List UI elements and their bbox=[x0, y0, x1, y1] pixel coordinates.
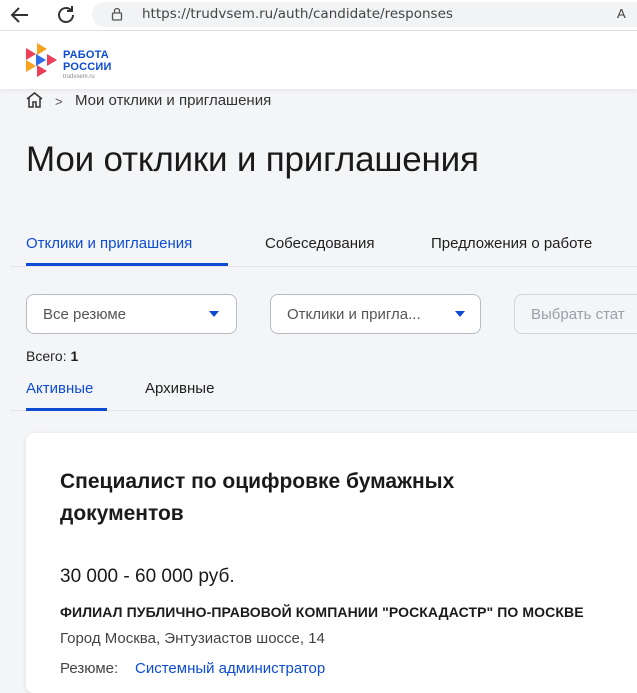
breadcrumb-current: Мои отклики и приглашения bbox=[75, 92, 272, 109]
logo-text-line3: trudvsem.ru bbox=[63, 74, 95, 80]
vacancy-salary: 30 000 - 60 000 руб. bbox=[60, 566, 235, 587]
address-bar[interactable]: https://trudvsem.ru/auth/candidate/respo… bbox=[92, 2, 637, 27]
logo-text-line2[interactable]: РОССИИ bbox=[63, 61, 112, 73]
page-title: Мои отклики и приглашения bbox=[26, 140, 479, 179]
url-text[interactable]: https://trudvsem.ru/auth/candidate/respo… bbox=[142, 6, 453, 22]
resume-label: Резюме: bbox=[60, 660, 119, 677]
reload-icon[interactable] bbox=[54, 3, 78, 27]
lock-icon[interactable] bbox=[110, 7, 124, 21]
tab-interviews[interactable]: Собеседования bbox=[265, 235, 374, 252]
active-subtab-indicator bbox=[26, 408, 107, 411]
resume-filter-select[interactable]: Все резюме bbox=[26, 294, 237, 334]
resume-filter-value: Все резюме bbox=[43, 306, 126, 323]
tab-job-offers[interactable]: Предложения о работе bbox=[431, 235, 592, 252]
logo-text-line1[interactable]: РАБОТА bbox=[63, 49, 109, 61]
total-label: Всего: bbox=[26, 348, 67, 364]
vacancy-title[interactable]: Специалист по оцифровке бумажных докумен… bbox=[60, 466, 540, 530]
caret-down-icon bbox=[209, 311, 219, 317]
resume-link[interactable]: Системный администратор bbox=[135, 660, 325, 677]
status-filter-placeholder: Выбрать стат bbox=[531, 306, 625, 323]
total-count: Всего: 1 bbox=[26, 348, 78, 364]
browser-toolbar: https://trudvsem.ru/auth/candidate/respo… bbox=[0, 0, 637, 31]
type-filter-value: Отклики и пригла... bbox=[287, 306, 421, 323]
company-name: ФИЛИАЛ ПУБЛИЧНО-ПРАВОВОЙ КОМПАНИИ "РОСКА… bbox=[60, 604, 584, 620]
total-value: 1 bbox=[70, 348, 79, 364]
subtab-active[interactable]: Активные bbox=[26, 380, 93, 397]
tab-responses[interactable]: Отклики и приглашения bbox=[26, 235, 192, 252]
caret-down-icon bbox=[455, 311, 465, 317]
active-tab-indicator bbox=[26, 263, 228, 266]
site-header: РАБОТА РОССИИ trudvsem.ru bbox=[0, 31, 637, 89]
home-icon[interactable] bbox=[25, 91, 44, 109]
back-arrow-icon[interactable] bbox=[8, 3, 32, 27]
rabota-rossii-logo-icon[interactable] bbox=[24, 42, 58, 78]
status-filter-select[interactable]: Выбрать стат bbox=[514, 294, 637, 334]
vacancy-address: Город Москва, Энтузиастов шоссе, 14 bbox=[60, 630, 325, 647]
tabs-divider bbox=[10, 266, 637, 267]
type-filter-select[interactable]: Отклики и пригла... bbox=[270, 294, 481, 334]
subtab-archive[interactable]: Архивные bbox=[145, 380, 214, 397]
reader-mode-icon[interactable]: A bbox=[617, 6, 626, 21]
breadcrumb-separator: > bbox=[55, 94, 63, 109]
